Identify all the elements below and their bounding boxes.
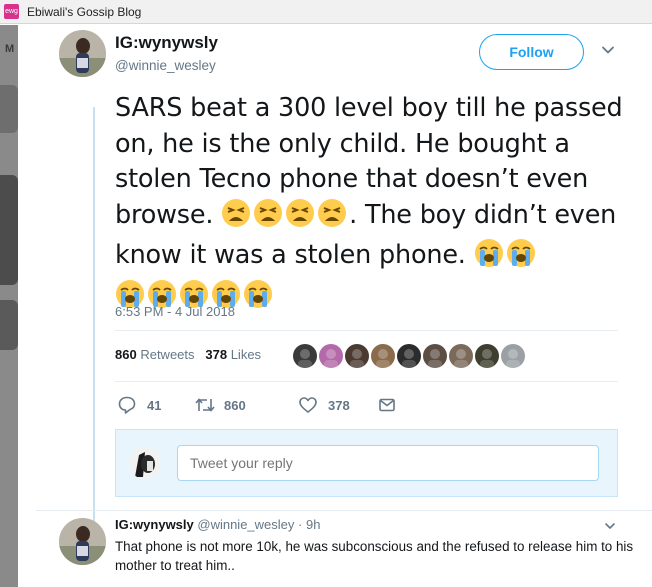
tweet-timestamp[interactable]: 6:53 PM - 4 Jul 2018 (115, 304, 235, 319)
backdrop-image (0, 85, 18, 133)
reply-count: 41 (147, 398, 162, 413)
liker-avatar[interactable] (475, 344, 499, 368)
retweets-label[interactable]: Retweets (140, 347, 194, 362)
tweet-modal: IG:wynywsly @winnie_wesley Follow SARS b… (18, 25, 652, 587)
stats-divider-top (115, 330, 618, 331)
follow-button[interactable]: Follow (479, 34, 584, 70)
retweet-count: 860 (224, 398, 246, 413)
liker-avatar[interactable] (319, 344, 343, 368)
conversation-divider (36, 510, 652, 511)
backdrop-partial-text: M (5, 43, 15, 55)
liker-avatars (293, 344, 527, 369)
liker-avatar[interactable] (371, 344, 395, 368)
heart-icon (299, 397, 317, 413)
liker-avatar[interactable] (423, 344, 447, 368)
tired-face-icon (286, 198, 315, 227)
stats-divider-bottom (115, 381, 618, 382)
liker-avatar[interactable] (293, 344, 317, 368)
likes-count[interactable]: 378 (205, 347, 227, 362)
timeline-backdrop: M (0, 25, 18, 587)
backdrop-image (0, 300, 18, 350)
reply-header: IG:wynywsly @winnie_wesley · 9h (115, 517, 320, 532)
loudly-crying-face-icon (244, 279, 272, 308)
reply-author-name[interactable]: IG:wynywsly (115, 517, 194, 532)
likes-label[interactable]: Likes (231, 347, 261, 362)
reply-age[interactable]: 9h (306, 517, 320, 532)
engagement-stats: 860 Retweets 378 Likes (115, 347, 261, 362)
emoji-group-crying-a (474, 238, 538, 279)
current-user-avatar (129, 447, 161, 479)
browser-tab-bar: ewg Ebiwali's Gossip Blog (0, 0, 652, 24)
liker-avatar[interactable] (449, 344, 473, 368)
chevron-down-icon[interactable] (604, 520, 616, 532)
like-action[interactable]: 378 (298, 395, 358, 415)
loudly-crying-face-icon (506, 239, 535, 267)
reply-separator: · (298, 517, 303, 532)
backdrop-image (0, 175, 18, 285)
conversation-thread-line (93, 107, 95, 525)
retweet-icon (195, 398, 215, 412)
loudly-crying-face-icon (474, 239, 503, 267)
author-display-name[interactable]: IG:wynywsly (115, 33, 218, 53)
tired-face-icon (254, 198, 283, 227)
direct-message-action[interactable] (377, 395, 397, 415)
emoji-group-tired (221, 198, 349, 239)
like-count: 378 (328, 398, 350, 413)
tweet-text: SARS beat a 300 level boy till he passed… (115, 91, 625, 319)
author-handle[interactable]: @winnie_wesley (115, 58, 216, 73)
author-avatar[interactable] (59, 30, 106, 77)
site-favicon-icon: ewg (4, 4, 19, 19)
reply-input[interactable] (177, 445, 599, 481)
reply-text: That phone is not more 10k, he was subco… (115, 539, 634, 573)
reply-composer (115, 429, 618, 497)
liker-avatar[interactable] (397, 344, 421, 368)
reply-action[interactable]: 41 (117, 395, 167, 415)
reply-author-avatar[interactable] (59, 518, 106, 565)
retweet-action[interactable]: 860 (194, 395, 264, 415)
reply-icon (118, 396, 136, 414)
liker-avatar[interactable] (501, 344, 525, 368)
liker-avatar[interactable] (345, 344, 369, 368)
browser-tab-title[interactable]: Ebiwali's Gossip Blog (27, 5, 141, 19)
tired-face-icon (318, 198, 347, 227)
envelope-icon (379, 398, 395, 412)
reply-author-handle[interactable]: @winnie_wesley (197, 517, 294, 532)
chevron-down-icon[interactable] (601, 43, 615, 57)
tired-face-icon (222, 198, 251, 227)
retweets-count[interactable]: 860 (115, 347, 137, 362)
